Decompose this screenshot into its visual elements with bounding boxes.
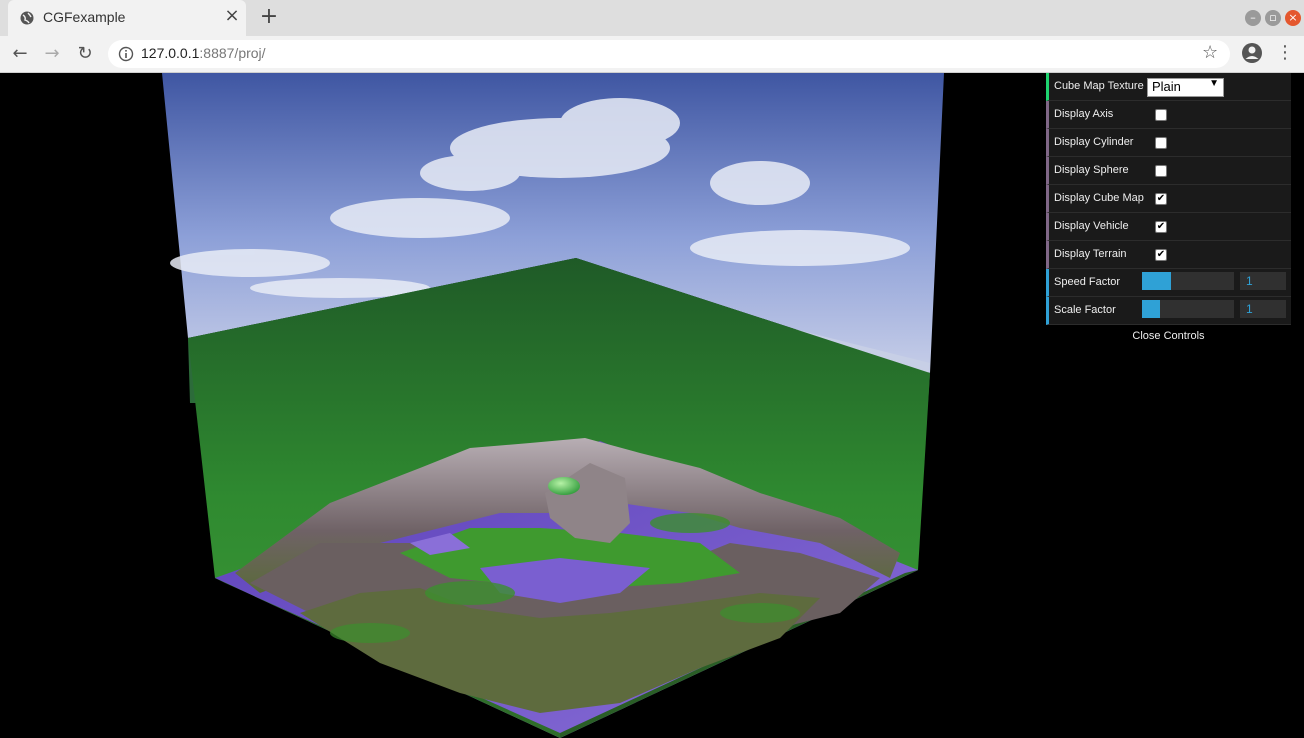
close-window-button[interactable]: × [1285,10,1301,26]
display-terrain-label: Display Terrain [1054,248,1127,260]
speed-factor-row: Speed Factor 1 [1046,269,1291,297]
display-vehicle-label: Display Vehicle [1054,220,1129,232]
display-axis-row: Display Axis [1046,101,1291,129]
cube-map-texture-label: Cube Map Texture [1054,80,1144,92]
speed-factor-input[interactable]: 1 [1240,272,1286,290]
display-vehicle-row: Display Vehicle ✔ [1046,213,1291,241]
scale-factor-row: Scale Factor 1 [1046,297,1291,325]
browser-tab[interactable]: CGFexample × [8,0,246,36]
display-sphere-row: Display Sphere [1046,157,1291,185]
bookmark-star-icon[interactable]: ☆ [1202,42,1218,63]
speed-factor-slider[interactable] [1142,272,1234,290]
globe-icon [20,11,34,25]
scale-factor-value: 1 [1246,302,1253,316]
forward-button[interactable]: → [40,42,64,66]
cube-map-texture-row: Cube Map Texture Plain ▼ [1046,73,1291,101]
display-sphere-label: Display Sphere [1054,164,1129,176]
speed-factor-label: Speed Factor [1054,276,1121,288]
display-axis-checkbox[interactable] [1155,109,1167,121]
tab-title: CGFexample [43,9,126,25]
url-host: 127.0.0.1 [141,45,200,61]
display-cube-map-row: Display Cube Map ✔ [1046,185,1291,213]
browser-menu-icon[interactable]: ⋮ [1276,42,1294,66]
display-cube-map-checkbox[interactable]: ✔ [1155,193,1167,205]
scale-factor-input[interactable]: 1 [1240,300,1286,318]
cube-map-texture-value: Plain [1152,79,1181,94]
cube-map-texture-select[interactable]: Plain ▼ [1147,78,1224,97]
vehicle [548,477,580,495]
close-tab-icon[interactable]: × [224,7,240,25]
speed-factor-value: 1 [1246,274,1253,288]
display-axis-label: Display Axis [1054,108,1114,120]
minimize-window-button[interactable]: – [1245,10,1261,26]
scale-factor-slider[interactable] [1142,300,1234,318]
close-controls-button[interactable]: Close Controls [1046,325,1291,347]
back-button[interactable]: ← [8,42,32,66]
browser-tab-strip: CGFexample × + – ▫ × [0,0,1304,36]
maximize-window-button[interactable]: ▫ [1265,10,1281,26]
display-cylinder-label: Display Cylinder [1054,136,1134,148]
display-cylinder-checkbox[interactable] [1155,137,1167,149]
display-cube-map-label: Display Cube Map [1054,192,1144,204]
dropdown-arrow-icon: ▼ [1209,78,1219,89]
speed-factor-slider-fill [1142,272,1172,290]
scale-factor-slider-fill [1142,300,1161,318]
address-bar[interactable]: 127.0.0.1:8887/proj/ ☆ [108,40,1230,68]
reload-button[interactable]: ↻ [73,42,97,66]
display-sphere-checkbox[interactable] [1155,165,1167,177]
new-tab-button[interactable]: + [258,6,280,29]
profile-avatar-icon[interactable] [1241,42,1263,64]
browser-toolbar: ← → ↻ 127.0.0.1:8887/proj/ ☆ ⋮ [0,36,1304,73]
url-path: :8887/proj/ [199,45,266,61]
info-icon[interactable] [118,46,134,62]
display-vehicle-checkbox[interactable]: ✔ [1155,221,1167,233]
scale-factor-label: Scale Factor [1054,304,1116,316]
display-terrain-row: Display Terrain ✔ [1046,241,1291,269]
display-terrain-checkbox[interactable]: ✔ [1155,249,1167,261]
url-text: 127.0.0.1:8887/proj/ [141,45,266,61]
display-cylinder-row: Display Cylinder [1046,129,1291,157]
controls-panel: Cube Map Texture Plain ▼ Display Axis Di… [1046,73,1291,347]
